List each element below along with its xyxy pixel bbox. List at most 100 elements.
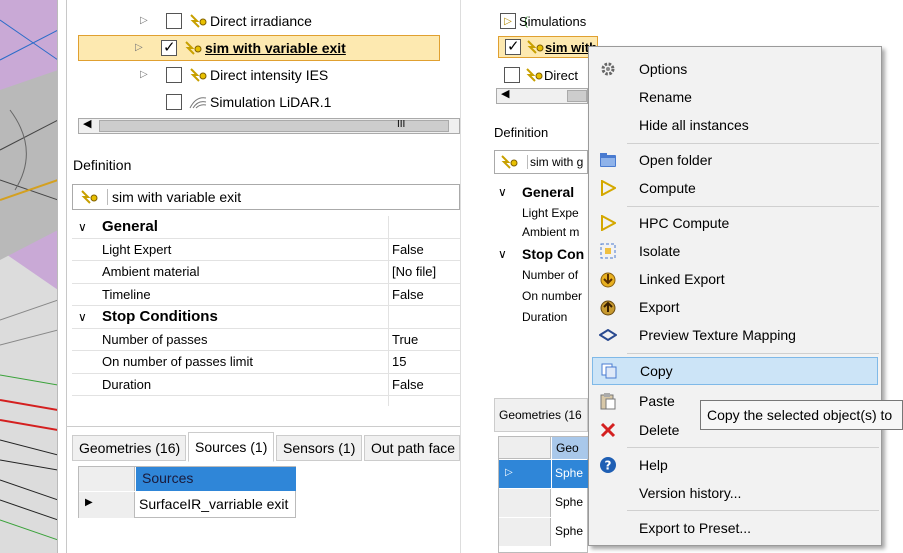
property-row[interactable]: Light Expert False <box>72 239 460 261</box>
grid-cell[interactable]: Sphe <box>552 460 589 488</box>
category-general[interactable]: ∨ General <box>72 216 460 238</box>
property-grid: ∨ General Light Expert False Ambient mat… <box>72 216 460 406</box>
property-row[interactable]: On number of passes limit 15 <box>72 351 460 373</box>
lidar-icon <box>188 94 208 110</box>
copy-tooltip: Copy the selected object(s) to <box>700 400 903 430</box>
play-icon <box>597 177 619 199</box>
collapse-chevron-icon[interactable]: ∨ <box>78 310 87 324</box>
grid-cell[interactable]: Sphe <box>555 524 583 538</box>
tab-sources[interactable]: Sources (1) <box>188 432 274 462</box>
scroll-grip: III <box>397 119 406 130</box>
paste-icon <box>597 390 619 412</box>
source-cell[interactable]: SurfaceIR_varriable exit <box>139 496 288 512</box>
visibility-checkbox[interactable] <box>166 13 182 29</box>
simulation-icon <box>188 13 208 29</box>
menu-item-hpc-compute[interactable]: HPC Compute <box>589 209 881 237</box>
grid-column-header[interactable]: Geo <box>552 437 589 459</box>
menu-item-options[interactable]: Options <box>589 55 881 83</box>
visibility-checkbox[interactable] <box>166 67 182 83</box>
menu-item-linked-export[interactable]: Linked Export <box>589 265 881 293</box>
category-stop-conditions[interactable]: ∨ Stop Con <box>494 244 588 266</box>
menu-item-isolate[interactable]: Isolate <box>589 237 881 265</box>
sources-column-header[interactable]: Sources <box>136 467 296 491</box>
property-row[interactable]: Ambient material [No file] <box>72 261 460 283</box>
tree-item[interactable]: Simulation LiDAR.1 <box>166 89 466 115</box>
export-icon <box>597 296 619 318</box>
right-property-grid: ∨ General Light Expe Ambient m ∨ Stop Con … <box>494 182 588 329</box>
tree-item-selected[interactable]: ▷ sim with variable exit <box>78 35 440 61</box>
definition-field[interactable]: sim with g <box>494 150 588 174</box>
tree-horizontal-scrollbar[interactable]: ◀ III <box>78 118 460 134</box>
menu-item-copy[interactable]: Copy <box>592 357 878 385</box>
tab-sensors[interactable]: Sensors (1) <box>276 435 362 461</box>
definition-heading: Definition <box>494 125 549 140</box>
tab-geometries[interactable]: Geometries (16 <box>494 398 588 432</box>
collapse-chevron-icon[interactable]: ∨ <box>498 247 507 261</box>
tree-item[interactable]: ▷ Direct intensity IES <box>140 62 460 88</box>
definition-field[interactable]: sim with variable exit <box>72 184 460 210</box>
row-selector[interactable]: ▶ <box>79 492 135 518</box>
menu-separator <box>627 447 879 448</box>
category-label: General <box>102 218 158 236</box>
menu-separator <box>627 510 879 511</box>
linked-export-icon <box>597 268 619 290</box>
sources-grid: Sources ▶ SurfaceIR_varriable exit <box>78 466 296 518</box>
tree-item-label: sim with variable exit <box>205 40 346 56</box>
visibility-checkbox[interactable] <box>161 38 177 56</box>
menu-item-export[interactable]: Export <box>589 293 881 321</box>
expand-arrow-icon[interactable]: ▷ <box>135 43 145 53</box>
context-menu: Options Rename Hide all instances Open f… <box>588 46 882 546</box>
row-selector[interactable]: ▷ <box>499 460 551 488</box>
property-row[interactable]: Duration False <box>72 374 460 396</box>
definition-heading: Definition <box>73 157 132 173</box>
visibility-checkbox[interactable] <box>166 94 182 110</box>
category-stop-conditions[interactable]: ∨ Stop Conditions <box>72 306 460 328</box>
tree-item[interactable]: ▷ Direct irradiance ( <box>140 8 528 34</box>
geometries-grid: Geo ▷ Sphe Sphe Sphe <box>498 436 589 553</box>
menu-item-rename[interactable]: Rename <box>589 83 881 111</box>
row-selector[interactable] <box>499 489 551 517</box>
property-row[interactable]: Number of passes True <box>72 329 460 351</box>
gear-icon <box>597 58 619 80</box>
scroll-left-icon[interactable]: ◀ <box>501 87 509 100</box>
visibility-checkbox[interactable] <box>504 67 520 83</box>
menu-item-version-history[interactable]: Version history... <box>589 479 881 507</box>
expand-arrow-icon[interactable]: ▷ <box>140 16 150 26</box>
folder-icon <box>597 149 619 171</box>
expand-arrow-icon[interactable]: ▷ <box>140 70 150 80</box>
collapse-chevron-icon[interactable]: ∨ <box>498 185 507 199</box>
help-icon: ? <box>597 454 619 476</box>
tab-geometries[interactable]: Geometries (16) <box>72 435 186 461</box>
visibility-checkbox[interactable] <box>505 37 521 55</box>
menu-item-compute[interactable]: Compute <box>589 174 881 202</box>
simulation-icon <box>524 67 544 83</box>
scroll-thumb[interactable] <box>567 90 587 102</box>
menu-item-open-folder[interactable]: Open folder <box>589 146 881 174</box>
menu-item-help[interactable]: ? Help <box>589 451 881 479</box>
panel-divider <box>460 0 461 553</box>
simulation-icon <box>499 154 519 170</box>
isolate-icon <box>597 240 619 262</box>
definition-name[interactable]: sim with variable exit <box>107 189 241 205</box>
collapse-chevron-icon[interactable]: ∨ <box>78 220 87 234</box>
menu-item-hide-all-instances[interactable]: Hide all instances <box>589 111 881 139</box>
row-selector[interactable] <box>499 518 551 546</box>
tree-root[interactable]: ▷ Simulations <box>500 8 586 34</box>
tree-item-selected[interactable]: sim with glass <box>498 36 598 58</box>
menu-item-export-to-preset[interactable]: Export to Preset... <box>589 514 881 542</box>
menu-separator <box>627 206 879 207</box>
panel-divider <box>66 0 67 553</box>
tab-out-path-face[interactable]: Out path face <box>364 435 460 461</box>
scroll-left-icon[interactable]: ◀ <box>83 117 91 130</box>
tree-item-label: Direct intensity IES <box>210 67 329 83</box>
menu-item-preview-texture-mapping[interactable]: Preview Texture Mapping <box>589 321 881 349</box>
right-tree-scrollbar[interactable]: ◀ <box>496 88 588 104</box>
property-row[interactable]: Timeline False <box>72 284 460 306</box>
category-general[interactable]: ∨ General <box>494 182 588 204</box>
play-icon: ▷ <box>500 13 516 29</box>
row-pointer-icon: ▷ <box>505 467 513 478</box>
category-label: Stop Conditions <box>102 308 218 326</box>
grid-cell[interactable]: Sphe <box>555 495 583 509</box>
simulation-icon <box>188 67 208 83</box>
tree-item[interactable]: Direct <box>504 62 578 88</box>
